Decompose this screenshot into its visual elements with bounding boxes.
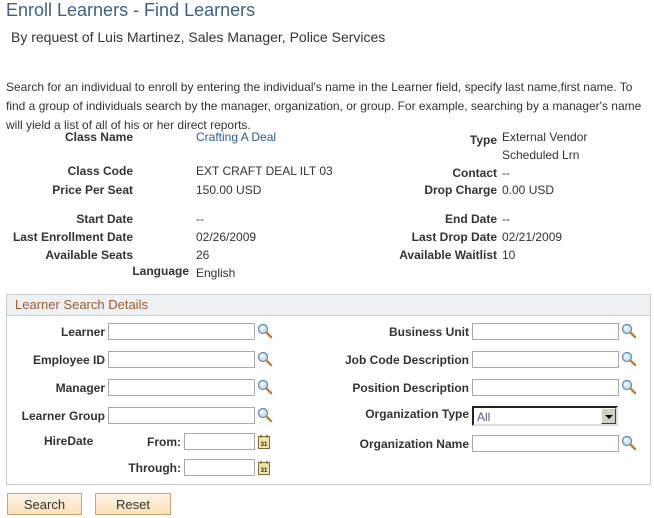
employee-id-label: Employee ID bbox=[32, 353, 105, 367]
position-description-label: Position Description bbox=[352, 381, 469, 395]
business-unit-label: Business Unit bbox=[388, 325, 469, 339]
learner-input[interactable] bbox=[108, 323, 255, 340]
type-value-line2: Scheduled Lrn bbox=[502, 148, 580, 162]
contact-label: Contact bbox=[452, 166, 497, 180]
drop-charge-label: Drop Charge bbox=[424, 183, 497, 197]
organization-name-lookup-icon[interactable] bbox=[621, 435, 637, 451]
available-seats-value: 26 bbox=[196, 248, 210, 262]
hire-date-through-input[interactable] bbox=[184, 459, 255, 476]
end-date-label: End Date bbox=[444, 212, 497, 226]
hire-date-from-calendar-icon[interactable]: 31 bbox=[258, 434, 270, 449]
organization-type-label: Organization Type bbox=[365, 407, 469, 421]
class-code-label: Class Code bbox=[67, 164, 133, 178]
job-code-description-lookup-icon[interactable] bbox=[621, 351, 637, 367]
svg-text:31: 31 bbox=[261, 468, 268, 474]
type-value-line1: External Vendor bbox=[502, 130, 588, 144]
type-label: Type bbox=[469, 133, 497, 147]
business-unit-input[interactable] bbox=[472, 323, 619, 340]
learner-lookup-icon[interactable] bbox=[257, 323, 273, 339]
organization-type-selected: All bbox=[477, 410, 491, 424]
contact-value: -- bbox=[502, 166, 510, 180]
last-drop-date-label: Last Drop Date bbox=[411, 230, 497, 244]
class-name-link[interactable]: Crafting A Deal bbox=[196, 130, 276, 144]
learner-group-label: Learner Group bbox=[21, 409, 105, 423]
class-code-value: EXT CRAFT DEAL ILT 03 bbox=[196, 164, 333, 178]
search-button[interactable]: Search bbox=[7, 493, 82, 515]
language-value: English bbox=[196, 266, 236, 280]
hire-date-through-label: Through: bbox=[128, 461, 181, 475]
employee-id-lookup-icon[interactable] bbox=[257, 351, 273, 367]
organization-name-input[interactable] bbox=[472, 435, 619, 452]
last-enrollment-date-label: Last Enrollment Date bbox=[12, 230, 133, 244]
instructions-text: Search for an individual to enroll by en… bbox=[6, 80, 642, 132]
manager-label: Manager bbox=[55, 381, 105, 395]
business-unit-lookup-icon[interactable] bbox=[621, 323, 637, 339]
organization-type-select[interactable]: All bbox=[472, 406, 618, 426]
class-name-label: Class Name bbox=[64, 130, 133, 144]
language-label: Language bbox=[132, 264, 189, 278]
start-date-value: -- bbox=[196, 212, 204, 226]
job-code-description-label: Job Code Description bbox=[344, 353, 469, 367]
chevron-down-icon[interactable] bbox=[601, 408, 616, 424]
svg-text:31: 31 bbox=[261, 442, 268, 448]
page-title: Enroll Learners - Find Learners bbox=[6, 0, 256, 20]
hire-date-from-label: From: bbox=[147, 435, 181, 449]
employee-id-input[interactable] bbox=[108, 351, 255, 368]
position-description-lookup-icon[interactable] bbox=[621, 379, 637, 395]
organization-name-label: Organization Name bbox=[359, 437, 469, 451]
available-waitlist-value: 10 bbox=[502, 248, 516, 262]
manager-input[interactable] bbox=[108, 379, 255, 396]
hire-date-from-input[interactable] bbox=[184, 433, 255, 450]
learner-search-header-text: Learner Search Details bbox=[15, 297, 148, 312]
end-date-value: -- bbox=[502, 212, 510, 226]
manager-lookup-icon[interactable] bbox=[257, 379, 273, 395]
last-drop-date-value: 02/21/2009 bbox=[502, 230, 563, 244]
learner-search-header: Learner Search Details bbox=[7, 295, 650, 316]
position-description-input[interactable] bbox=[472, 379, 619, 396]
job-code-description-input[interactable] bbox=[472, 351, 619, 368]
reset-button[interactable]: Reset bbox=[95, 493, 171, 515]
learner-group-lookup-icon[interactable] bbox=[257, 407, 273, 423]
page-subtitle: By request of Luis Martinez, Sales Manag… bbox=[11, 29, 386, 45]
price-per-seat-label: Price Per Seat bbox=[52, 183, 133, 197]
price-per-seat-value: 150.00 USD bbox=[196, 183, 262, 197]
available-seats-label: Available Seats bbox=[45, 248, 133, 262]
drop-charge-value: 0.00 USD bbox=[502, 183, 555, 197]
last-enrollment-date-value: 02/26/2009 bbox=[196, 230, 257, 244]
hire-date-through-calendar-icon[interactable]: 31 bbox=[258, 460, 270, 475]
learner-group-input[interactable] bbox=[108, 407, 255, 424]
hire-date-label: HireDate bbox=[44, 434, 94, 448]
available-waitlist-label: Available Waitlist bbox=[399, 248, 497, 262]
learner-label: Learner bbox=[60, 325, 105, 339]
start-date-label: Start Date bbox=[76, 212, 133, 226]
